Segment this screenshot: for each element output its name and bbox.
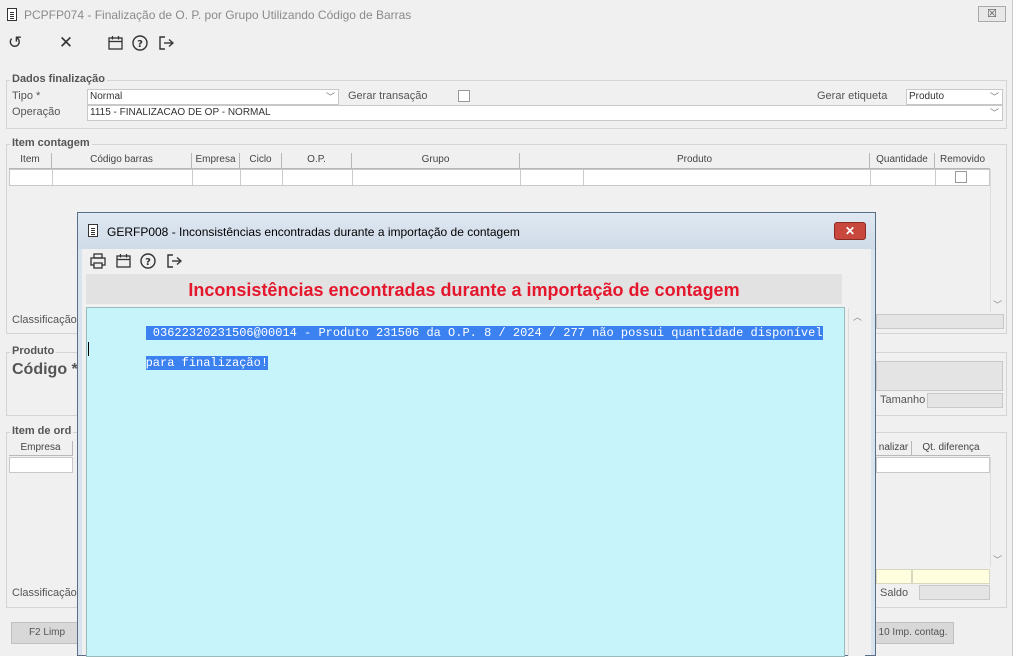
dados-finalizacao-title: Dados finalização [10,73,107,85]
col-item[interactable]: Item [9,153,52,168]
calendar-icon[interactable] [108,36,123,50]
inconsistencies-dialog: GERFP008 - Inconsistências encontradas d… [77,212,876,657]
document-icon [7,8,17,21]
col-qt-diferenca[interactable]: Qt. diferença [912,441,990,456]
f2-limpar-button[interactable]: F2 Limp [11,622,83,644]
table-row[interactable] [9,457,73,473]
help-icon[interactable]: ? [132,35,148,51]
table-row[interactable] [876,457,990,473]
operacao-select[interactable]: 1115 - FINALIZACAO DE OP - NORMAL ﹀ [87,105,1003,121]
saldo-field[interactable] [919,585,990,600]
f10-import-contagem-button[interactable]: 10 Imp. contag. [872,622,954,644]
memo-scrollbar[interactable]: ︿ [848,308,865,656]
classificacao-label-2: Classificação [12,587,77,599]
chevron-up-icon[interactable]: ︿ [853,310,862,323]
dialog-heading: Inconsistências encontradas durante a im… [188,280,740,300]
col-quantidade[interactable]: Quantidade [870,153,935,168]
item-contagem-header: Item Código barras Empresa Ciclo O.P. Gr… [9,153,990,169]
total-finalizar-field [876,569,912,584]
gerar-etiqueta-select[interactable]: Produto ﹀ [906,89,1003,105]
calendar-icon[interactable] [116,254,131,268]
item-ordem-title: Item de ord [10,425,74,437]
gerar-etiqueta-value: Produto [909,91,945,102]
codigo-label: Código * [12,361,78,378]
col-finalizar[interactable]: nalizar [876,441,912,456]
col-empresa[interactable]: Empresa [9,441,73,456]
operacao-label: Operação [12,106,61,118]
tipo-label: Tipo * [12,90,41,102]
tamanho-label: Tamanho [880,394,926,406]
dialog-body: ? Inconsistências encontradas durante a … [82,249,871,657]
tipo-select[interactable]: Normal ﹀ [87,89,339,105]
col-op[interactable]: O.P. [282,153,352,168]
col-grupo[interactable]: Grupo [352,153,520,168]
dialog-close-button[interactable]: ✕ [834,222,866,240]
codigo-display [876,361,1003,391]
desktop-edge [1013,0,1018,656]
produto-title: Produto [10,345,57,357]
classificacao-label: Classificação [12,314,77,326]
total-diferenca-field [912,569,990,584]
chevron-down-icon[interactable]: ﹀ [993,553,1002,566]
exit-icon[interactable] [158,35,175,51]
tamanho-field[interactable] [927,393,1003,408]
print-icon[interactable] [90,253,106,269]
help-icon[interactable]: ? [140,253,156,269]
undo-icon[interactable]: ↺ [5,34,25,52]
chevron-down-icon: ﹀ [989,108,999,118]
message-text: 03622320231506@00014 - Produto 231506 da… [88,311,823,386]
svg-text:?: ? [145,257,151,268]
dialog-title: GERFP008 - Inconsistências encontradas d… [107,225,520,239]
text-cursor [88,342,89,356]
gerar-transacao-label: Gerar transação [348,90,428,102]
col-produto[interactable]: Produto [520,153,870,168]
gerar-transacao-checkbox[interactable] [458,90,470,102]
gerar-etiqueta-label: Gerar etiqueta [817,90,888,102]
dialog-heading-band: Inconsistências encontradas durante a im… [86,274,842,304]
item-contagem-scrollbar[interactable]: ﹀ [990,169,1004,312]
operacao-value: 1115 - FINALIZACAO DE OP - NORMAL [90,107,271,118]
tipo-value: Normal [90,91,123,102]
inconsistencies-memo[interactable]: 03622320231506@00014 - Produto 231506 da… [86,307,865,657]
title-bar: PCPFP074 - Finalização de O. P. por Grup… [0,0,1012,30]
removido-checkbox[interactable] [955,171,967,183]
svg-text:?: ? [137,39,143,50]
message-line-2: para finalização! [145,356,269,370]
close-icon[interactable]: ✕ [56,34,76,52]
chevron-down-icon: ﹀ [989,92,999,102]
window-close-button[interactable]: ☒ [978,6,1006,22]
col-ciclo[interactable]: Ciclo [240,153,282,168]
message-line-1: 03622320231506@00014 - Produto 231506 da… [145,326,823,340]
item-ordem-scrollbar[interactable]: ﹀ [990,457,1004,567]
col-removido[interactable]: Removido [935,153,990,168]
col-empresa[interactable]: Empresa [192,153,240,168]
chevron-down-icon[interactable]: ﹀ [993,298,1002,311]
classificacao-field[interactable] [876,314,1004,329]
dialog-title-bar: GERFP008 - Inconsistências encontradas d… [78,213,875,249]
exit-icon[interactable] [166,253,183,269]
saldo-label: Saldo [880,587,909,599]
item-contagem-title: Item contagem [10,137,92,149]
col-codigo-barras[interactable]: Código barras [52,153,192,168]
table-row[interactable] [9,169,990,186]
document-icon [88,224,98,237]
chevron-down-icon: ﹀ [325,92,335,102]
window-title: PCPFP074 - Finalização de O. P. por Grup… [24,8,412,22]
